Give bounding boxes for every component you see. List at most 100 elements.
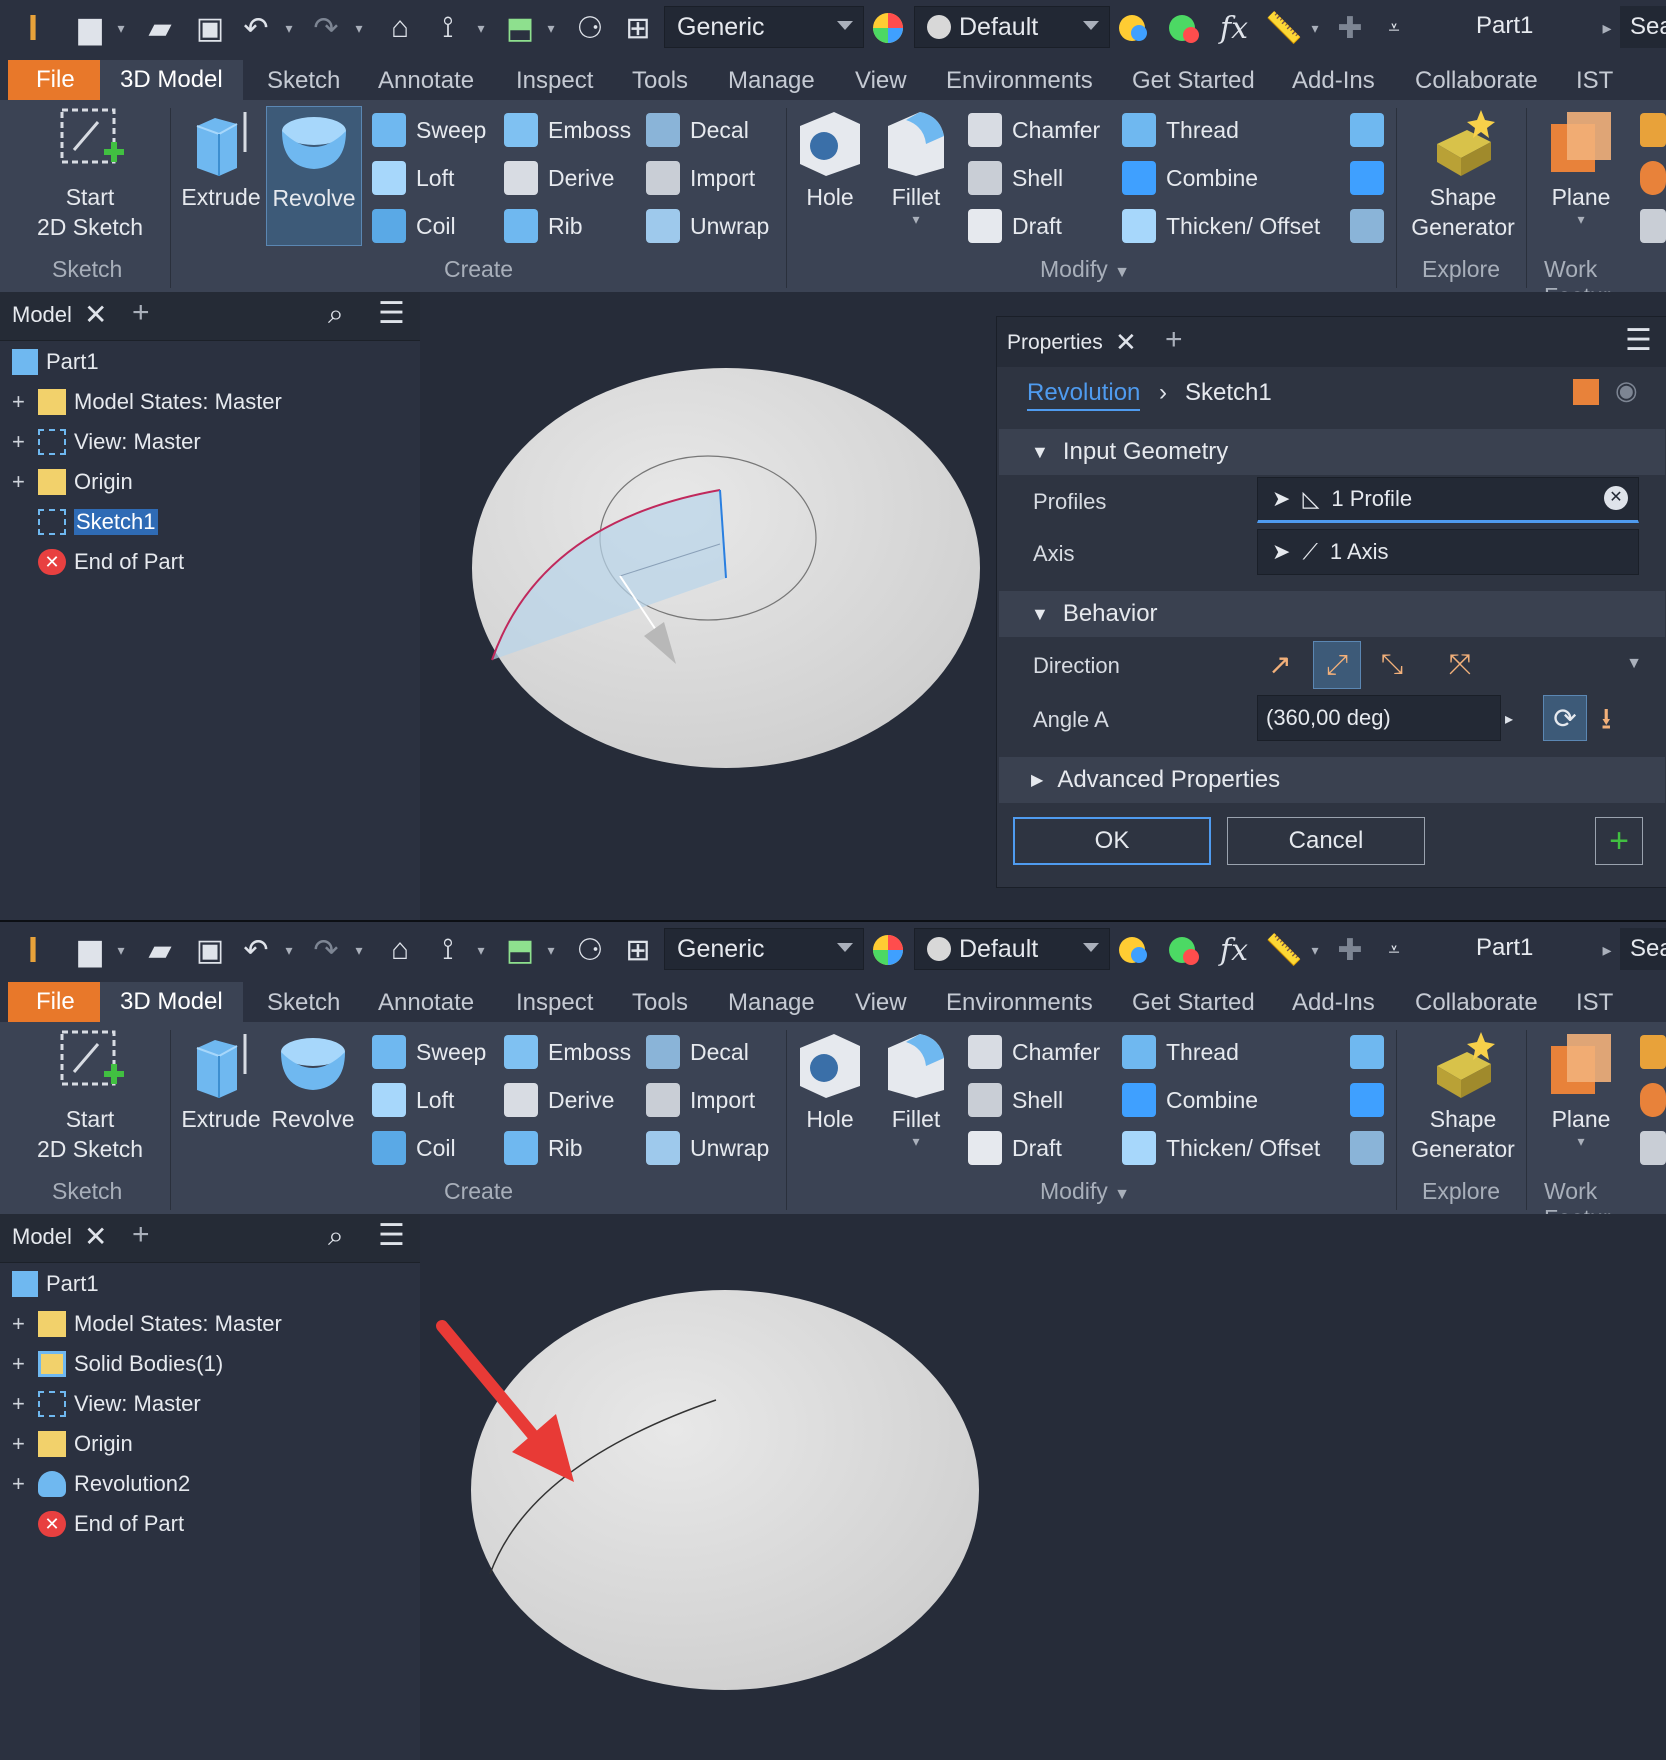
emboss-button[interactable]: Emboss — [504, 1032, 631, 1072]
tree-item-view[interactable]: + View: Master — [12, 1386, 201, 1422]
direct-edit-button[interactable] — [1350, 1080, 1394, 1120]
work-axis-button[interactable] — [1640, 1032, 1666, 1072]
search-icon[interactable]: ⌕ — [328, 298, 344, 331]
adjust-appearance-icon[interactable] — [1114, 8, 1154, 48]
ok-button[interactable]: OK — [1013, 817, 1211, 865]
add-tab-icon[interactable]: + — [1165, 323, 1183, 357]
measure-tool-icon[interactable]: ⚆ — [570, 8, 610, 48]
delete-face-button[interactable] — [1350, 1128, 1394, 1168]
angle-input[interactable]: (360,00 deg) — [1257, 695, 1501, 741]
tab-annotate[interactable]: Annotate — [378, 984, 474, 1022]
save-icon[interactable]: ▣ — [190, 930, 230, 970]
expand-icon[interactable]: + — [12, 1351, 28, 1377]
group-label-modify[interactable]: Modify ▼ — [1040, 1178, 1130, 1205]
new-file-icon[interactable]: ▆ — [70, 8, 110, 48]
update-dropdown-icon[interactable]: ▾ — [544, 8, 558, 48]
update-dropdown-icon[interactable]: ▾ — [544, 930, 558, 970]
update-icon[interactable]: ⬒ — [500, 930, 540, 970]
section-advanced-properties[interactable]: ▶ Advanced Properties — [999, 757, 1665, 803]
expand-icon[interactable]: + — [12, 1311, 28, 1337]
clear-selection-icon[interactable]: ✕ — [1604, 486, 1628, 510]
fillet-dropdown-icon[interactable]: ▾ — [876, 1134, 956, 1148]
plane-button[interactable]: Plane ▾ — [1536, 106, 1626, 226]
sweep-button[interactable]: Sweep — [372, 1032, 486, 1072]
fillet-button[interactable]: Fillet ▾ — [876, 1028, 956, 1148]
tab-annotate[interactable]: Annotate — [378, 62, 474, 100]
open-folder-icon[interactable]: ▰ — [140, 930, 180, 970]
thicken-offset-button[interactable]: Thicken/ Offset — [1122, 1128, 1320, 1168]
add-icon[interactable]: ✚ — [1330, 930, 1370, 970]
tab-add-ins[interactable]: Add-Ins — [1292, 984, 1375, 1022]
tab-collaborate[interactable]: Collaborate — [1415, 62, 1538, 100]
expand-icon[interactable]: + — [12, 429, 28, 455]
parameters-fx-icon[interactable]: fx — [1214, 930, 1254, 970]
customize-qat-icon[interactable]: ⩡ — [1374, 930, 1414, 970]
to-face-icon[interactable]: ⭳ — [1601, 697, 1612, 748]
decal-button[interactable]: Decal — [646, 110, 749, 150]
derive-button[interactable]: Derive — [504, 158, 614, 198]
loft-button[interactable]: Loft — [372, 1080, 454, 1120]
title-arrow-icon[interactable]: ▸ — [1600, 930, 1614, 970]
add-icon[interactable]: ✚ — [1330, 8, 1370, 48]
breadcrumb-feature-link[interactable]: Revolution — [1027, 379, 1141, 411]
thicken-offset-button[interactable]: Thicken/ Offset — [1122, 206, 1320, 246]
thread-button[interactable]: Thread — [1122, 1032, 1239, 1072]
undo-icon[interactable]: ↶ — [236, 930, 276, 970]
tree-item-view[interactable]: + View: Master — [12, 424, 201, 460]
import-button[interactable]: Import — [646, 158, 755, 198]
tab-sketch[interactable]: Sketch — [267, 62, 340, 100]
appearance-combo[interactable]: Default — [914, 6, 1110, 48]
inventor-logo-icon[interactable]: I — [20, 7, 46, 48]
tab-tools[interactable]: Tools — [632, 62, 688, 100]
expand-icon[interactable]: + — [12, 389, 28, 415]
tree-item-part[interactable]: Part1 — [12, 1266, 99, 1302]
tree-item-sketch1[interactable]: Sketch1 — [38, 504, 158, 540]
coil-button[interactable]: Coil — [372, 206, 456, 246]
fillet-button[interactable]: Fillet ▾ — [876, 106, 956, 226]
search-input[interactable]: Sea — [1620, 928, 1666, 970]
derive-button[interactable]: Derive — [504, 1080, 614, 1120]
search-input[interactable]: Sea — [1620, 6, 1666, 48]
add-tab-icon[interactable]: + — [132, 296, 150, 330]
unwrap-button[interactable]: Unwrap — [646, 1128, 769, 1168]
graphics-viewport[interactable] — [420, 1214, 1666, 1760]
breadcrumb-sketch[interactable]: Sketch1 — [1185, 379, 1272, 407]
tab-collaborate[interactable]: Collaborate — [1415, 984, 1538, 1022]
combine-button[interactable]: Combine — [1122, 1080, 1258, 1120]
ucs-button[interactable] — [1640, 206, 1666, 246]
hole-button[interactable]: Hole — [790, 106, 870, 212]
inventor-logo-icon[interactable]: I — [20, 929, 46, 970]
expand-icon[interactable]: + — [12, 1391, 28, 1417]
revolve-button[interactable]: Revolve — [266, 106, 362, 246]
work-point-button[interactable] — [1640, 1080, 1666, 1120]
section-input-geometry[interactable]: ▼ Input Geometry — [999, 429, 1665, 475]
delete-face-button[interactable] — [1350, 206, 1394, 246]
tab-get-started[interactable]: Get Started — [1132, 62, 1255, 100]
coil-button[interactable]: Coil — [372, 1128, 456, 1168]
measure-tool-icon[interactable]: ⚆ — [570, 930, 610, 970]
tab-view[interactable]: View — [855, 62, 907, 100]
cancel-button[interactable]: Cancel — [1227, 817, 1425, 865]
tab-inspect[interactable]: Inspect — [516, 984, 593, 1022]
shape-generator-button[interactable]: Shape Generator — [1404, 1028, 1522, 1164]
expand-icon[interactable]: + — [12, 1431, 28, 1457]
appearance-combo[interactable]: Default — [914, 928, 1110, 970]
profiles-selector[interactable]: ➤ ◺ 1 Profile ✕ — [1257, 477, 1639, 523]
appearance-color-icon[interactable] — [868, 8, 908, 48]
tree-item-origin[interactable]: + Origin — [12, 1426, 133, 1462]
tree-item-end-of-part[interactable]: ✕ End of Part — [38, 544, 184, 580]
close-icon[interactable]: ✕ — [1115, 327, 1137, 358]
body-icon[interactable] — [1573, 379, 1599, 405]
close-icon[interactable]: ✕ — [84, 298, 107, 331]
home-icon[interactable]: ⌂ — [380, 930, 420, 970]
tab-environments[interactable]: Environments — [946, 62, 1093, 100]
direct-edit-button[interactable] — [1350, 158, 1394, 198]
material-combo[interactable]: Generic — [664, 928, 864, 970]
tab-view[interactable]: View — [855, 984, 907, 1022]
ruler-icon[interactable]: 📏 — [1264, 8, 1304, 48]
tab-3d-model[interactable]: 3D Model — [100, 60, 243, 100]
select-tool-icon[interactable]: ⟟ — [428, 8, 468, 48]
tab-ist[interactable]: IST — [1576, 62, 1613, 100]
loft-button[interactable]: Loft — [372, 158, 454, 198]
clear-appearance-icon[interactable] — [1164, 930, 1204, 970]
